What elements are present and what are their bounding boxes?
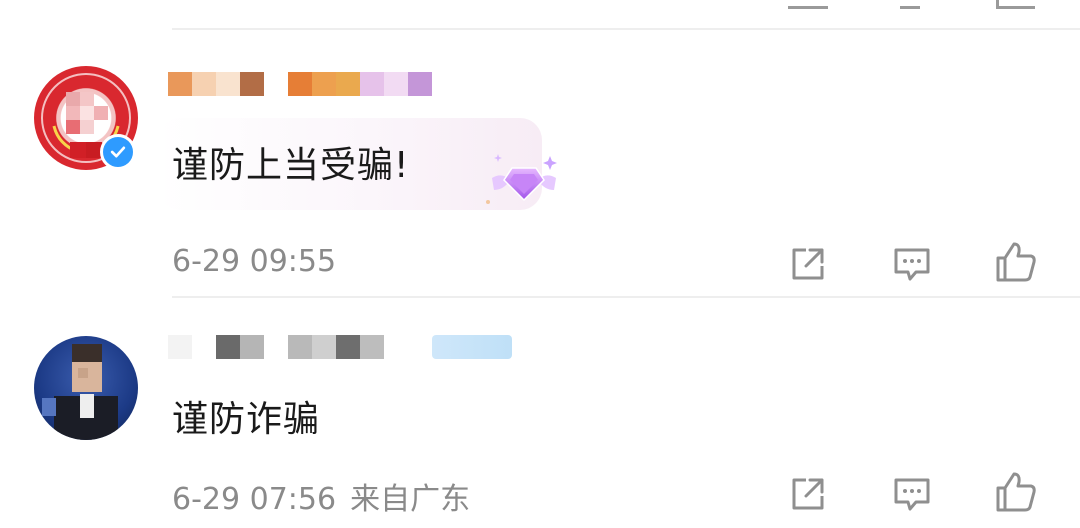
divider <box>172 296 1080 298</box>
person-photo-avatar[interactable] <box>34 336 138 440</box>
divider <box>172 28 1080 30</box>
comment-icon[interactable] <box>900 0 920 9</box>
username-redacted[interactable] <box>168 72 432 96</box>
comment-text: 谨防诈骗 <box>172 399 321 440</box>
share-icon <box>792 478 824 510</box>
comment-location: 来自广东 <box>350 482 471 517</box>
share-icon <box>792 248 824 280</box>
previous-comment-actions <box>0 0 1080 9</box>
like-button[interactable] <box>994 470 1038 514</box>
comment-button[interactable] <box>890 472 934 516</box>
comment-button[interactable] <box>890 242 934 286</box>
verified-check-icon <box>100 134 136 170</box>
comment-time: 6-29 07:56 <box>172 482 337 517</box>
comment-icon <box>894 248 930 281</box>
share-icon[interactable] <box>788 0 828 9</box>
purple-gem-icon <box>484 150 564 214</box>
comment-text: 谨防上当受骗! <box>172 145 410 186</box>
comment-meta: 6-29 09:55 <box>172 244 336 279</box>
share-button[interactable] <box>786 242 830 286</box>
thumbs-up-icon <box>996 472 1036 512</box>
comment-icon <box>894 478 930 511</box>
like-button[interactable] <box>994 240 1038 284</box>
share-button[interactable] <box>786 472 830 516</box>
comment-time: 6-29 09:55 <box>172 244 337 279</box>
comment-meta: 6-29 07:56 来自广东 <box>172 474 470 518</box>
thumbs-up-icon[interactable] <box>996 0 1035 9</box>
username-redacted[interactable] <box>168 335 512 359</box>
thumbs-up-icon <box>996 242 1036 282</box>
